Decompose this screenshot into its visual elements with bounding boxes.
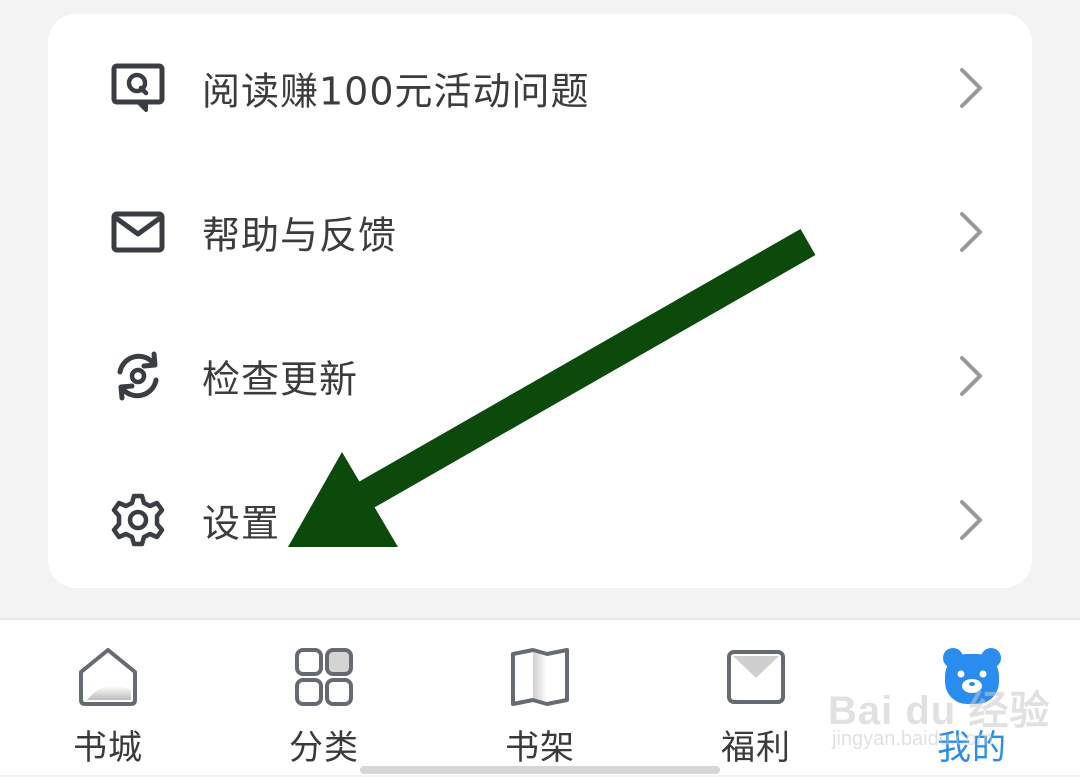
menu-item-help-feedback[interactable]: 帮助与反馈 — [48, 160, 1032, 304]
tab-label: 分类 — [289, 728, 359, 768]
gear-icon — [108, 490, 168, 550]
mail-icon — [108, 202, 168, 262]
tab-label: 我的 — [937, 728, 1007, 768]
chevron-right-icon — [956, 354, 986, 398]
category-grid-icon — [291, 644, 357, 710]
envelope-icon — [723, 644, 789, 710]
tab-benefits[interactable]: 福利 — [648, 620, 864, 777]
tab-category[interactable]: 分类 — [216, 620, 432, 777]
tab-label: 书城 — [73, 728, 143, 768]
tab-label: 福利 — [721, 728, 791, 768]
tab-label: 书架 — [505, 728, 575, 768]
menu-item-label: 设置 — [202, 501, 281, 546]
menu-card: 阅读赚100元活动问题 帮助与反馈 检查更新 设置 — [48, 14, 1032, 588]
home-icon — [75, 644, 141, 710]
bear-avatar-icon — [939, 644, 1005, 710]
menu-item-check-update[interactable]: 检查更新 — [48, 304, 1032, 448]
menu-item-label: 检查更新 — [202, 357, 359, 402]
tab-bookshelf[interactable]: 书架 — [432, 620, 648, 777]
home-indicator[interactable] — [360, 766, 720, 774]
chevron-right-icon — [956, 210, 986, 254]
refresh-icon — [108, 346, 168, 406]
chevron-right-icon — [956, 66, 986, 110]
bottom-tab-bar: 书城 分类 书架 福利 我的 — [0, 618, 1080, 775]
menu-item-label: 帮助与反馈 — [202, 213, 398, 258]
menu-item-settings[interactable]: 设置 — [48, 448, 1032, 592]
question-chat-icon — [108, 58, 168, 118]
tab-bookstore[interactable]: 书城 — [0, 620, 216, 777]
tab-mine[interactable]: 我的 — [864, 620, 1080, 777]
bookshelf-icon — [507, 644, 573, 710]
chevron-right-icon — [956, 498, 986, 542]
menu-item-activity-question[interactable]: 阅读赚100元活动问题 — [48, 16, 1032, 160]
menu-item-label: 阅读赚100元活动问题 — [202, 69, 590, 114]
